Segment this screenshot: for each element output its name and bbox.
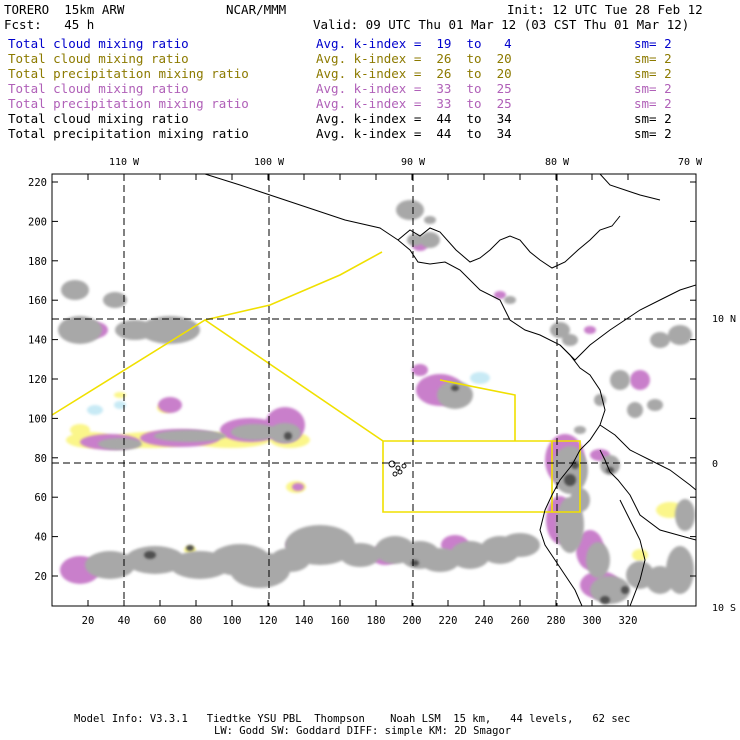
x-tick-label: 220 — [439, 615, 458, 627]
gray-shade — [647, 399, 663, 411]
gray-shade — [610, 370, 630, 390]
domain-boundary — [204, 319, 553, 513]
magenta-shade — [630, 370, 650, 390]
y-tick-label: 220 — [28, 177, 47, 189]
x-tick-label: 100 — [223, 615, 242, 627]
dark-shade — [411, 560, 419, 566]
gray-shade — [61, 280, 89, 300]
x-tick-label: 120 — [259, 615, 278, 627]
y-tick-label: 140 — [28, 335, 47, 347]
dark-shade — [144, 551, 156, 559]
gray-shade — [340, 543, 380, 567]
island — [395, 465, 401, 471]
gray-shade — [668, 325, 692, 345]
gray-shade — [58, 316, 102, 344]
gray-shade-group — [58, 200, 695, 604]
gray-shade — [140, 316, 200, 344]
y-tick-label: 80 — [34, 453, 47, 465]
island — [401, 463, 407, 469]
gray-shade — [269, 423, 301, 443]
magenta-shade — [584, 326, 596, 334]
gray-shade — [675, 499, 695, 531]
y-tick-label: 200 — [28, 216, 47, 228]
dark-shade — [600, 596, 610, 604]
x-tick-label: 200 — [403, 615, 422, 627]
island — [388, 460, 396, 468]
gray-shade — [562, 334, 578, 346]
longitude-label: 110 W — [109, 157, 140, 168]
physics-info: LW: Godd SW: Goddard DIFF: simple KM: 2D… — [214, 725, 512, 737]
dark-shade — [621, 586, 629, 594]
x-tick-label: 160 — [331, 615, 350, 627]
dark-shade — [186, 545, 194, 551]
blue-shade — [470, 372, 490, 384]
x-tick-label: 80 — [190, 615, 203, 627]
gray-shade — [154, 430, 226, 442]
gray-shade — [424, 216, 436, 224]
gray-shade — [594, 394, 606, 406]
gray-shade — [103, 292, 127, 308]
x-tick-label: 180 — [367, 615, 386, 627]
longitude-label: 90 W — [401, 157, 426, 168]
y-tick-label: 180 — [28, 256, 47, 268]
blue-shade — [87, 405, 103, 415]
x-tick-label: 240 — [475, 615, 494, 627]
latitude-label: 10 N — [712, 314, 736, 325]
coastline — [204, 174, 696, 361]
y-tick-label: 20 — [34, 571, 47, 583]
x-tick-label: 140 — [295, 615, 314, 627]
x-tick-label: 60 — [154, 615, 167, 627]
yellow-shade — [632, 549, 648, 561]
gray-shade — [586, 542, 610, 578]
x-tick-label: 300 — [583, 615, 602, 627]
gray-shade — [666, 546, 694, 594]
dark-shade — [564, 474, 576, 486]
x-tick-label: 40 — [118, 615, 131, 627]
domain-outline — [51, 251, 581, 513]
longitude-label: 100 W — [254, 157, 285, 168]
yellow-shade — [70, 424, 90, 436]
x-tick-label: 320 — [619, 615, 638, 627]
cloud-shading-layer — [58, 200, 695, 604]
gray-shade — [98, 438, 142, 450]
island — [397, 469, 403, 475]
coastline — [599, 174, 661, 201]
magenta-shade — [412, 364, 428, 376]
magenta-shade — [292, 483, 304, 491]
gray-shade — [500, 533, 540, 557]
dark-shade — [451, 385, 459, 391]
gray-shade — [650, 332, 670, 348]
gray-shade — [574, 426, 586, 434]
island — [392, 471, 398, 477]
y-tick-label: 120 — [28, 374, 47, 386]
y-tick-label: 60 — [34, 492, 47, 504]
latitude-label: 10 S — [712, 603, 736, 614]
longitude-label: 70 W — [678, 157, 703, 168]
x-tick-label: 20 — [82, 615, 95, 627]
longitude-label: 80 W — [545, 157, 570, 168]
y-tick-label: 100 — [28, 413, 47, 425]
magenta-shade — [158, 397, 182, 413]
x-tick-label: 260 — [511, 615, 530, 627]
forecast-map: 20 40 60 80 100 120 140 160 180 200 220 240 260 280 30… — [28, 157, 736, 627]
latitude-label: 0 — [712, 459, 718, 470]
gray-shade — [504, 296, 516, 304]
x-tick-label: 280 — [547, 615, 566, 627]
gray-shade — [396, 200, 424, 220]
gray-shade — [627, 402, 643, 418]
dark-shade — [284, 432, 292, 440]
y-tick-label: 40 — [34, 532, 47, 544]
y-tick-label: 160 — [28, 295, 47, 307]
